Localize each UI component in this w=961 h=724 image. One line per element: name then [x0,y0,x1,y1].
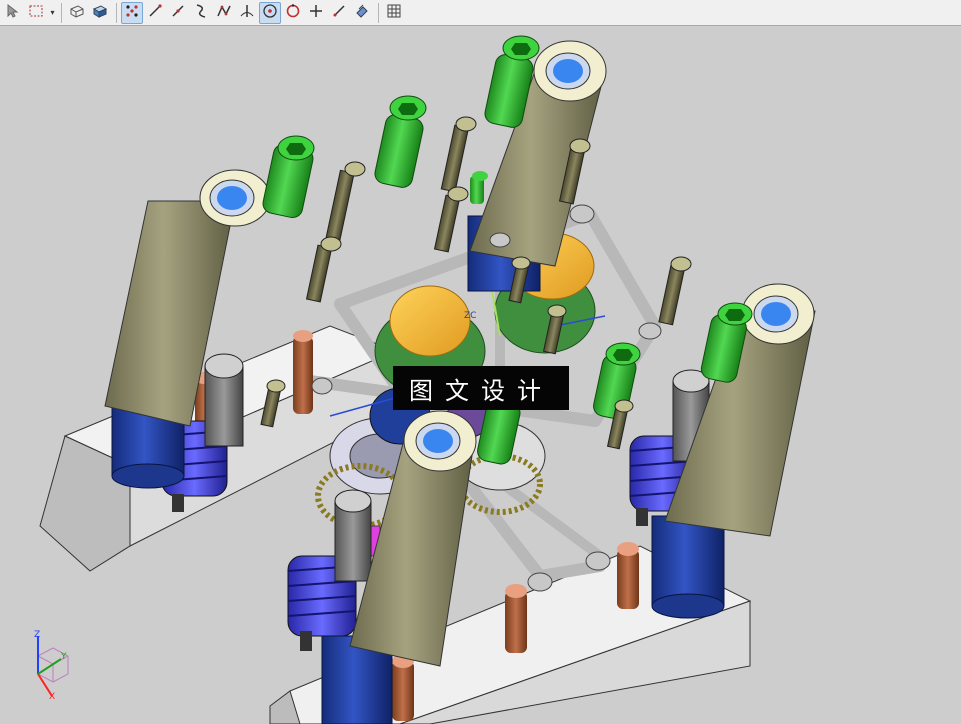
view-triad: Z X Y [34,630,69,702]
center-point-button[interactable] [259,1,281,24]
cross-point-button[interactable] [305,2,327,24]
triad-y-label: Y [60,652,67,662]
triad-x-label: X [49,692,55,702]
grid-icon [386,3,402,23]
polyline-tool-icon [216,3,232,23]
toolbar-separator [116,2,117,23]
origin-label: ZC [464,311,476,321]
line-tool-2-icon [170,3,186,23]
polyline-tool-button[interactable] [213,2,235,24]
line-tool-2-button[interactable] [167,2,189,24]
box-select-button[interactable] [25,2,47,24]
toolbar-separator [378,2,379,23]
slash-point-button[interactable] [328,2,350,24]
chevron-down-icon[interactable]: ▾ [48,8,57,17]
curve-tool-icon [193,3,209,23]
triad-z-label: Z [34,630,40,640]
circle-point-button[interactable] [282,2,304,24]
cross-point-icon [308,3,324,23]
measure-button[interactable] [351,2,373,24]
box-select-icon [28,3,44,23]
select-arrow-button[interactable] [2,2,24,24]
center-point-icon [262,3,278,23]
select-arrow-icon [5,3,21,23]
graphics-viewport[interactable]: ZC Z X Y 图文设计 [0,26,961,724]
slash-point-icon [331,3,347,23]
circle-point-icon [285,3,301,23]
normal-tool-button[interactable] [236,2,258,24]
measure-icon [354,3,370,23]
toolbar-separator [61,2,62,23]
curve-tool-button[interactable] [190,2,212,24]
toolbar: ▾ [0,0,961,26]
line-tool-icon [147,3,163,23]
shaded-view-icon [92,3,108,23]
shaded-view-button[interactable] [89,2,111,24]
snap-points-icon [124,3,140,23]
line-tool-button[interactable] [144,2,166,24]
watermark-label: 图文设计 [393,366,569,410]
normal-tool-icon [239,3,255,23]
wireframe-view-icon [69,3,85,23]
snap-points-button[interactable] [121,1,143,24]
grid-button[interactable] [383,2,405,24]
wireframe-view-button[interactable] [66,2,88,24]
